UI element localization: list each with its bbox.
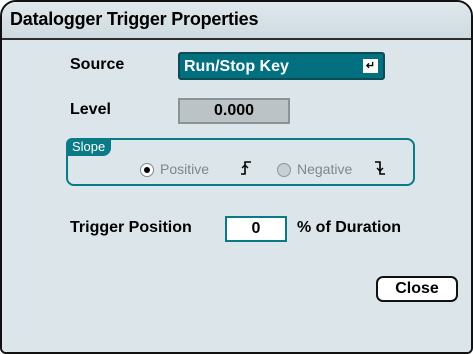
source-value: Run/Stop Key: [184, 58, 289, 75]
trigger-position-unit: % of Duration: [297, 219, 401, 236]
rising-edge-icon: [241, 161, 251, 175]
dialog-title: Datalogger Trigger Properties: [10, 9, 259, 29]
source-label: Source: [70, 56, 125, 73]
slope-group: Slope Positive Negative: [66, 138, 415, 186]
level-label: Level: [70, 101, 111, 118]
slope-group-label: Slope: [66, 138, 112, 156]
slope-negative-radio[interactable]: [277, 163, 291, 177]
trigger-position-input[interactable]: 0: [225, 216, 287, 242]
source-dropdown[interactable]: Run/Stop Key ↵: [178, 52, 385, 80]
slope-positive-radio[interactable]: [140, 163, 154, 177]
trigger-position-label: Trigger Position: [70, 219, 192, 236]
close-button[interactable]: Close: [376, 276, 458, 302]
slope-positive-label: Positive: [160, 161, 210, 177]
slope-negative-label: Negative: [297, 161, 353, 177]
enter-key-icon: ↵: [363, 59, 378, 73]
level-field: 0.000: [178, 98, 290, 124]
dialog-content: [2, 40, 471, 352]
title-bar: Datalogger Trigger Properties: [2, 2, 471, 40]
falling-edge-icon: [375, 161, 385, 175]
